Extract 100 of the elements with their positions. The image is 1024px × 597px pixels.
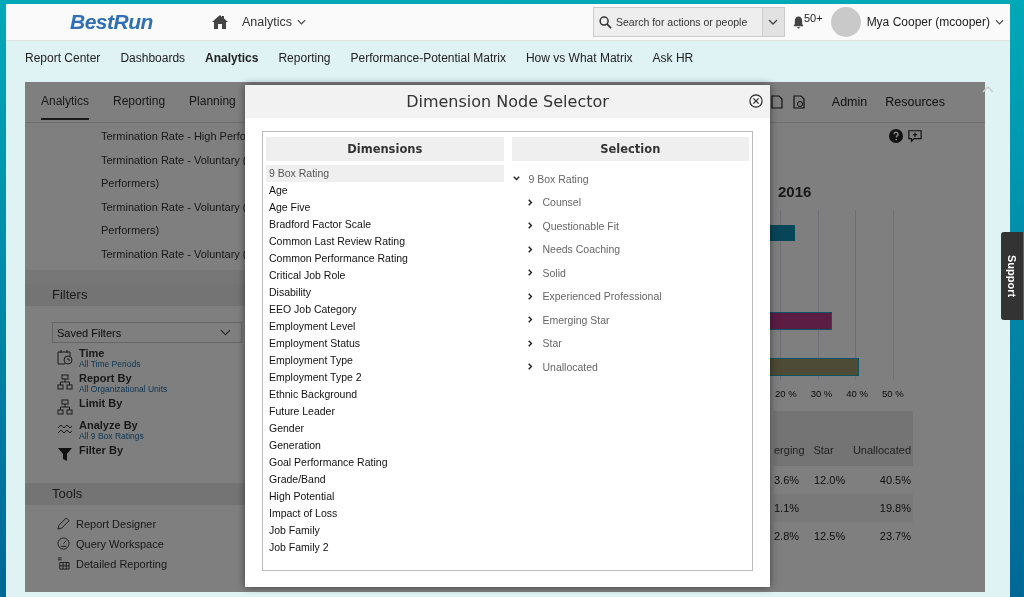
nav-link[interactable]: Ask HR xyxy=(652,50,694,65)
chart-title: 2016 xyxy=(778,183,813,200)
nav-link[interactable]: Report Center xyxy=(25,50,101,65)
dimension-item[interactable]: Grade/Band xyxy=(266,471,504,488)
chevron-right-icon[interactable] xyxy=(525,268,535,278)
notification-count: 50+ xyxy=(803,12,823,24)
dimension-item[interactable]: EEO Job Category xyxy=(266,301,504,318)
dimension-item[interactable]: Age xyxy=(266,182,504,199)
dimension-item[interactable]: High Potential xyxy=(266,488,504,505)
filter-icon xyxy=(57,446,73,462)
hierarchy-icon xyxy=(57,399,73,415)
axis-label: 20 % xyxy=(775,388,797,399)
help-icon[interactable] xyxy=(889,129,903,143)
tree-node[interactable]: Emerging Star xyxy=(542,313,610,326)
header-link[interactable]: Resources xyxy=(885,95,945,109)
document-icon[interactable] xyxy=(769,95,784,109)
search-field[interactable]: Search for actions or people xyxy=(592,7,763,37)
dimension-item[interactable]: Employment Status xyxy=(266,335,504,352)
nav-link[interactable]: Reporting xyxy=(278,50,331,65)
chevron-right-icon[interactable] xyxy=(525,197,535,207)
chevron-right-icon[interactable] xyxy=(525,244,535,254)
header-link[interactable]: Admin xyxy=(831,95,868,109)
feedback-icon[interactable] xyxy=(908,129,922,143)
axis-label: 40 % xyxy=(846,388,868,399)
filter-label[interactable]: Filter By xyxy=(79,444,123,456)
nav-link[interactable]: Performance-Potential Matrix xyxy=(350,50,506,65)
axis-label: 30 % xyxy=(810,388,833,399)
chevron-right-icon[interactable] xyxy=(525,221,535,231)
report-link[interactable]: Performers) xyxy=(101,172,245,196)
tree-node[interactable]: Needs Coaching xyxy=(542,243,621,256)
table-cell: 12.0% xyxy=(814,474,846,486)
support-tab[interactable]: Support xyxy=(1001,232,1023,320)
tool-link[interactable]: Report Designer xyxy=(76,517,157,530)
column-header: Unallocated xyxy=(852,444,912,456)
dimension-item[interactable]: Employment Type 2 xyxy=(266,369,504,386)
dimension-item[interactable]: Impact of Loss xyxy=(266,505,504,522)
chevron-right-icon[interactable] xyxy=(525,362,535,372)
caret-icon xyxy=(220,329,231,336)
pencil-icon xyxy=(57,517,70,530)
table-icon xyxy=(57,557,70,570)
dimension-item[interactable]: Age Five xyxy=(266,199,504,216)
tree-node[interactable]: 9 Box Rating xyxy=(528,172,589,185)
caret-icon xyxy=(297,19,307,25)
report-link[interactable]: Performers) xyxy=(101,219,245,243)
dimension-item[interactable]: Job Family xyxy=(266,522,504,539)
column-header: Star xyxy=(813,444,835,456)
module-menu[interactable]: Analytics xyxy=(242,15,307,29)
chevron-right-icon[interactable] xyxy=(525,315,535,325)
section-header: Filters xyxy=(25,284,245,306)
saved-filters-select[interactable]: Saved Filters xyxy=(52,322,242,343)
tool-link[interactable]: Detailed Reporting xyxy=(76,557,168,570)
dimension-item[interactable]: Future Leader xyxy=(266,403,504,420)
close-icon[interactable] xyxy=(749,94,763,108)
dimension-item[interactable]: Goal Performance Rating xyxy=(266,454,504,471)
caret-icon xyxy=(768,19,779,25)
filter-label[interactable]: Analyze By xyxy=(79,419,144,431)
dimension-item[interactable]: Bradford Factor Scale xyxy=(266,216,504,233)
chevron-right-icon[interactable] xyxy=(525,291,535,301)
nav-link[interactable]: Dashboards xyxy=(120,50,186,65)
dimension-item[interactable]: Job Family 2 xyxy=(266,539,504,556)
dimension-item[interactable]: Common Performance Rating xyxy=(266,250,504,267)
filter-label[interactable]: Limit By xyxy=(79,397,123,409)
tab[interactable]: Planning xyxy=(189,84,236,120)
notification-bell-icon[interactable] xyxy=(792,15,804,29)
column-header: erging xyxy=(773,444,806,456)
tool-link[interactable]: Query Workspace xyxy=(76,537,164,550)
nav-link[interactable]: How vs What Matrix xyxy=(525,50,633,65)
tree-node[interactable]: Counsel xyxy=(542,196,582,209)
table-cell: 1.1% xyxy=(774,502,800,514)
dimension-item[interactable]: Disability xyxy=(266,284,504,301)
chevron-right-icon[interactable] xyxy=(525,338,535,348)
dialog-title: Dimension Node Selector xyxy=(406,92,609,111)
hierarchy-icon xyxy=(57,374,73,390)
dimension-item[interactable]: Critical Job Role xyxy=(266,267,504,284)
tree-node[interactable]: Unallocated xyxy=(542,360,598,373)
filter-label[interactable]: Report By xyxy=(79,372,168,384)
tab[interactable]: Analytics xyxy=(41,84,90,120)
filter-label[interactable]: Time xyxy=(79,347,141,359)
tree-node[interactable]: Questionable Fit xyxy=(542,219,619,232)
tree-node[interactable]: Solid xyxy=(542,266,566,279)
dimension-item[interactable]: Employment Level xyxy=(266,318,504,335)
dimension-item[interactable]: Generation xyxy=(266,437,504,454)
dimension-item[interactable]: Gender xyxy=(266,420,504,437)
table-cell: 40.5% xyxy=(879,474,911,486)
dimension-item[interactable]: Ethnic Background xyxy=(266,386,504,403)
user-menu[interactable]: Mya Cooper (mcooper) xyxy=(866,15,1004,29)
dimension-item[interactable]: Common Last Review Rating xyxy=(266,233,504,250)
tab[interactable]: Reporting xyxy=(113,84,166,120)
tree-node[interactable]: Star xyxy=(542,337,562,350)
table-cell: 12.5% xyxy=(814,530,846,542)
dimension-item[interactable]: 9 Box Rating xyxy=(266,165,504,182)
dimension-item[interactable]: Employment Type xyxy=(266,352,504,369)
table-cell: 2.8% xyxy=(774,530,800,542)
collapse-icon[interactable] xyxy=(982,86,994,93)
document-clock-icon[interactable] xyxy=(791,95,806,109)
nav-link[interactable]: Analytics xyxy=(205,50,259,65)
report-link[interactable]: Termination Rate - High Perfo xyxy=(101,125,245,149)
search-icon xyxy=(598,16,612,29)
home-icon[interactable] xyxy=(212,15,228,29)
tree-node[interactable]: Experienced Professional xyxy=(542,290,662,303)
